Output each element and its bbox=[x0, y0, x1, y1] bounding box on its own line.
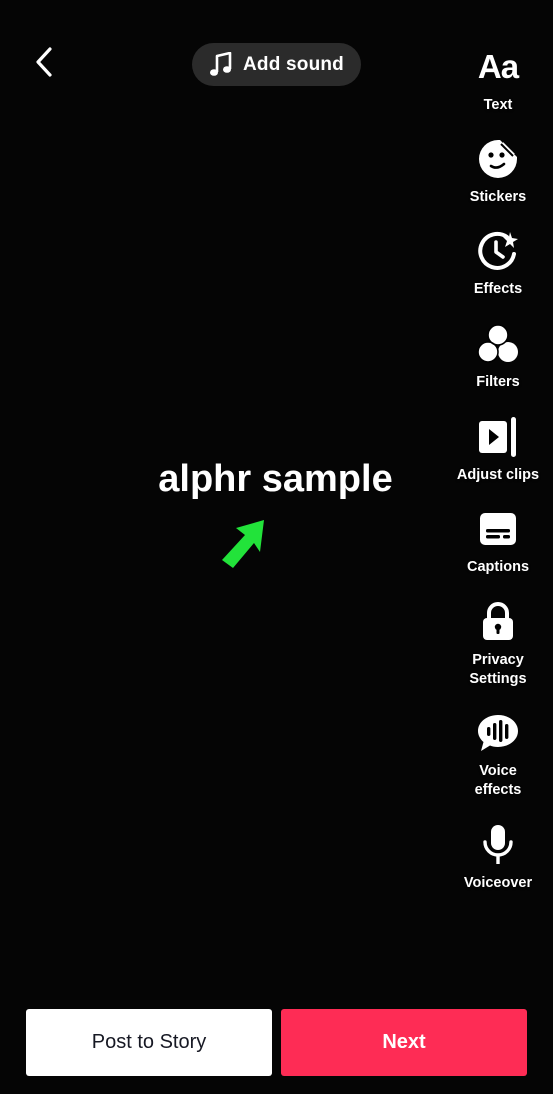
next-button[interactable]: Next bbox=[281, 1009, 527, 1076]
back-button[interactable] bbox=[26, 42, 62, 82]
tool-label: Captions bbox=[466, 559, 530, 575]
tool-label: Voiceover bbox=[463, 875, 533, 891]
tool-captions[interactable]: Captions bbox=[443, 504, 553, 577]
green-arrow-icon bbox=[222, 520, 264, 568]
tool-filters[interactable]: Filters bbox=[443, 319, 553, 392]
tool-label: Stickers bbox=[469, 189, 527, 205]
tool-stickers[interactable]: Stickers bbox=[443, 134, 553, 207]
filters-icon bbox=[468, 319, 528, 369]
tool-privacy-settings[interactable]: Privacy Settings bbox=[443, 597, 553, 689]
tool-voice-effects[interactable]: Voice effects bbox=[443, 708, 553, 800]
tool-label: Privacy Settings bbox=[469, 652, 527, 687]
add-sound-button[interactable]: Add sound bbox=[192, 43, 361, 86]
post-to-story-label: Post to Story bbox=[91, 1031, 207, 1053]
voice-effects-icon bbox=[468, 708, 528, 758]
tool-voiceover[interactable]: Voiceover bbox=[443, 820, 553, 893]
lock-icon bbox=[468, 597, 528, 647]
effects-clock-icon bbox=[468, 226, 528, 276]
captions-icon bbox=[468, 504, 528, 554]
video-text-overlay[interactable]: alphr sample bbox=[0, 458, 553, 501]
text-aa-icon: Aa bbox=[477, 48, 519, 85]
tool-label: Voice effects bbox=[474, 763, 522, 798]
next-label: Next bbox=[382, 1031, 426, 1053]
tool-label: Text bbox=[483, 97, 513, 113]
bottom-action-bar: Post to Story Next bbox=[0, 1004, 553, 1084]
tool-label: Effects bbox=[473, 281, 523, 297]
microphone-icon bbox=[468, 820, 528, 870]
tool-text[interactable]: Aa Text bbox=[443, 42, 553, 115]
video-editor-screen: Add sound Aa Text Stickers Effects Filte… bbox=[0, 0, 553, 1094]
add-sound-label: Add sound bbox=[242, 53, 344, 75]
tool-label: Filters bbox=[476, 374, 520, 390]
tool-effects[interactable]: Effects bbox=[443, 226, 553, 299]
overlay-text-content: alphr sample bbox=[158, 458, 393, 500]
music-note-icon bbox=[209, 51, 232, 76]
sticker-icon bbox=[468, 134, 528, 184]
post-to-story-button[interactable]: Post to Story bbox=[26, 1009, 272, 1076]
adjust-clips-icon bbox=[468, 412, 528, 462]
chevron-left-icon bbox=[36, 47, 52, 77]
